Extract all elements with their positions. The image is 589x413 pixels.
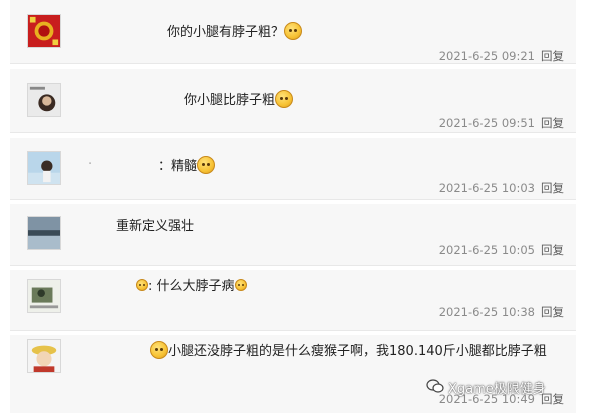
sweating-face-emoji-icon [150,341,168,359]
reply-link[interactable]: 回复 [541,49,564,63]
comment-message: 你的小腿有脖子粗？ [167,25,285,40]
anime-avatar-icon[interactable] [27,339,61,373]
cartoon-avatar-icon[interactable] [27,279,61,313]
comment-text: 你的小腿有脖子粗？ [167,22,303,42]
comment-card: · ：精髓 2021-6-25 10:03 回复 [10,138,576,200]
comment-message: : 什么大脖子病 [148,279,235,294]
reply-link[interactable]: 回复 [541,243,564,257]
sweating-face-emoji-icon [284,22,303,40]
comment-date: 2021-6-25 10:05 [438,243,535,257]
comment-message: 小腿还没脖子粗的是什么瘦猴子啊，我180.140斤小腿都比脖子粗 [168,344,547,359]
comment-card: 重新定义强壮 2021-6-25 10:05 回复 [10,204,576,266]
reply-link[interactable]: 回复 [541,305,564,319]
reply-link[interactable]: 回复 [541,116,564,130]
portrait-photo-avatar-icon[interactable] [27,83,61,117]
comment-meta: 2021-6-25 09:21 回复 [439,48,564,64]
comment-message: 重新定义强壮 [116,219,195,234]
grinning-face-emoji-icon [275,90,294,108]
comment-card: : 什么大脖子病 2021-6-25 10:38 回复 [10,270,576,331]
comment-card: 小腿还没脖子粗的是什么瘦猴子啊，我180.140斤小腿都比脖子粗 2021-6-… [10,335,576,413]
small-smile-emoji-icon [234,279,247,291]
sky-woman-avatar-icon[interactable] [27,151,61,185]
comment-text: 小腿还没脖子粗的是什么瘦猴子啊，我180.140斤小腿都比脖子粗 [72,339,568,365]
comment-date: 2021-6-25 09:51 [438,116,535,130]
comment-message: ：精髓 [158,159,198,174]
comment-card: 你的小腿有脖子粗？ 2021-6-25 09:21 回复 [10,0,576,64]
comment-card: 你小腿比脖子粗 2021-6-25 09:51 回复 [10,69,576,133]
watermark-text: Xgame极限健身 [448,382,546,397]
comment-text: : 什么大脖子病 [136,278,247,296]
comment-message: 你小腿比脖子粗 [184,93,276,108]
reply-link[interactable]: 回复 [541,181,564,195]
comment-text: ：精髓 [158,156,216,176]
comment-meta: 2021-6-25 10:38 回复 [439,304,564,320]
laughing-face-emoji-icon [197,156,216,174]
landscape-avatar-icon[interactable] [27,216,61,250]
small-emoji-icon [136,279,148,291]
wechat-logo-icon [426,379,444,393]
comment-meta: 2021-6-25 10:03 回复 [439,180,564,196]
comment-list-page: 你的小腿有脖子粗？ 2021-6-25 09:21 回复 你小腿比脖子粗 2021… [0,0,589,413]
comment-text: 重新定义强壮 [116,218,194,236]
comment-date: 2021-6-25 10:03 [438,181,535,195]
comment-text: 你小腿比脖子粗 [184,90,294,110]
comment-date: 2021-6-25 09:21 [438,49,535,63]
comment-meta: 2021-6-25 09:51 回复 [439,115,564,131]
comment-date: 2021-6-25 10:38 [438,305,535,319]
comment-prefix: · [88,157,93,172]
comment-meta: 2021-6-25 10:05 回复 [439,242,564,258]
festive-red-avatar-icon[interactable] [27,14,61,48]
